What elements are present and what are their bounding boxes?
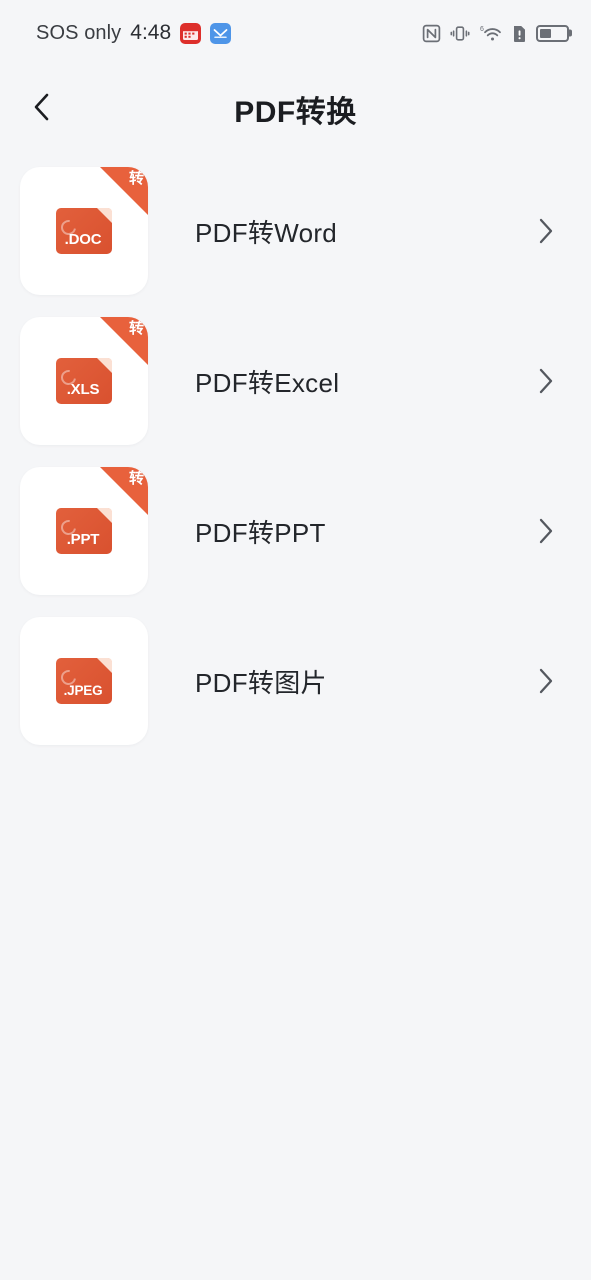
chevron-left-icon	[29, 92, 55, 127]
pdf-to-ppt-icon: 转 .PPT	[20, 467, 148, 595]
pdf-to-image-icon: .JPEG	[20, 617, 148, 745]
sim-alert-icon	[512, 24, 527, 43]
pdf-to-word-icon: 转 .DOC	[20, 167, 148, 295]
page-header: PDF转换	[0, 66, 591, 152]
chevron-right-icon	[535, 666, 557, 696]
wifi-6-icon: 6	[479, 24, 503, 43]
list-item[interactable]: .JPEG PDF转图片	[0, 606, 591, 756]
clock-label: 4:48	[130, 21, 172, 44]
list-item-label: PDF转Word	[195, 217, 338, 248]
page-title: PDF转换	[234, 96, 357, 129]
conversion-options-list: 转 .DOC PDF转Word 转 .XLS PDF转Excel 转 .PPT …	[0, 152, 591, 1280]
list-item[interactable]: 转 .PPT PDF转PPT	[0, 456, 591, 606]
carrier-label: SOS only	[36, 21, 122, 44]
list-item-label: PDF转图片	[195, 667, 327, 698]
nfc-icon	[422, 24, 441, 43]
ribbon-label: 转	[128, 170, 144, 187]
list-item-label: PDF转Excel	[195, 367, 340, 398]
chevron-right-icon	[535, 216, 557, 246]
svg-text:6: 6	[480, 26, 484, 33]
list-item[interactable]: 转 .DOC PDF转Word	[0, 156, 591, 306]
ribbon-label: 转	[128, 320, 144, 337]
doc-file-glyph: .DOC	[56, 208, 112, 254]
back-button[interactable]	[16, 83, 68, 135]
ppt-file-glyph: .PPT	[56, 508, 112, 554]
file-extension-label: .XLS	[66, 381, 100, 398]
list-item-label: PDF转PPT	[195, 517, 326, 548]
status-bar: SOS only 4:48 6	[0, 0, 591, 66]
phone-screen: SOS only 4:48 6 PDF转换 转 .DOC PDF转Word 转 …	[0, 0, 591, 1280]
file-extension-label: .DOC	[64, 231, 102, 248]
file-extension-label: .JPEG	[63, 682, 103, 698]
battery-icon	[536, 24, 569, 42]
xls-file-glyph: .XLS	[56, 358, 112, 404]
calendar-app-badge	[180, 22, 202, 44]
chevron-right-icon	[535, 366, 557, 396]
chevron-right-icon	[535, 516, 557, 546]
list-item[interactable]: 转 .XLS PDF转Excel	[0, 306, 591, 456]
vibrate-icon	[450, 24, 470, 43]
ribbon-label: 转	[128, 470, 144, 487]
messenger-app-badge	[210, 22, 232, 44]
status-bar-right: 6	[422, 24, 569, 43]
status-bar-left: SOS only 4:48	[36, 21, 232, 45]
pdf-to-excel-icon: 转 .XLS	[20, 317, 148, 445]
jpeg-file-glyph: .JPEG	[56, 658, 112, 704]
file-extension-label: .PPT	[66, 531, 100, 548]
